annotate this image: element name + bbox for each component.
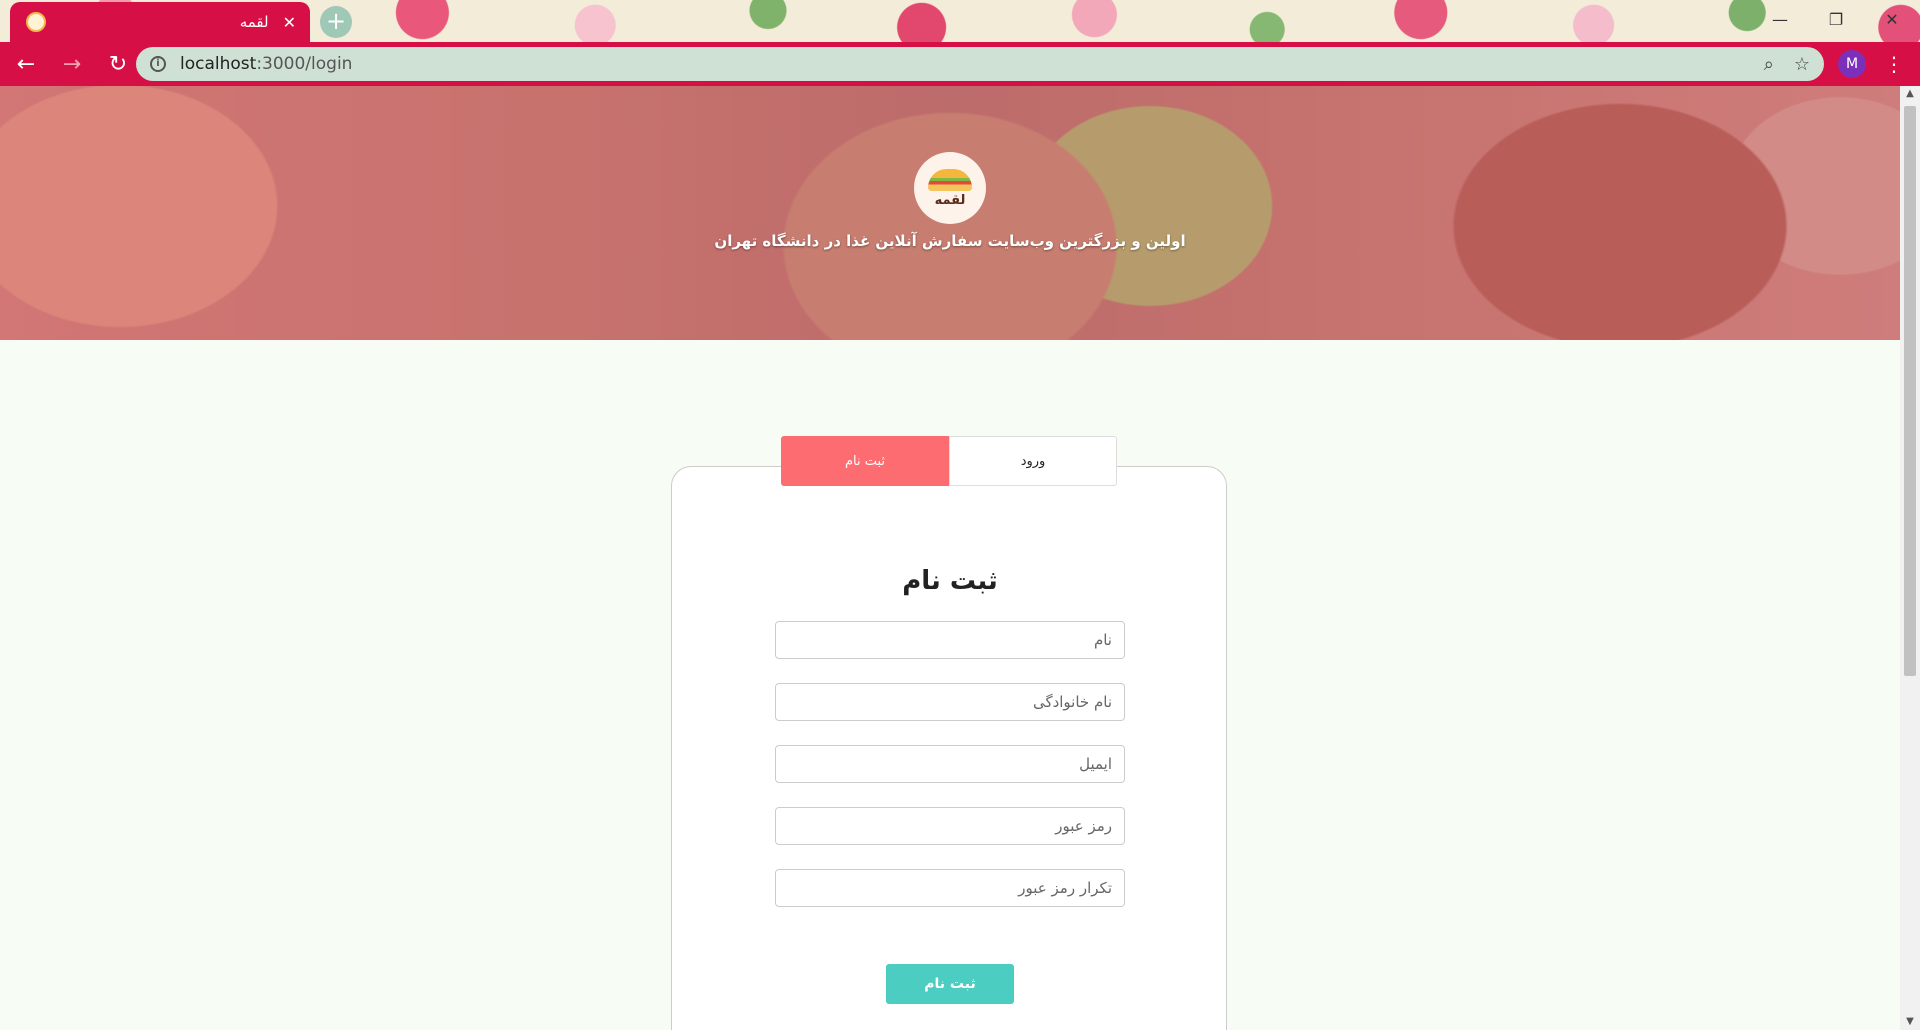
new-tab-button[interactable]: + (320, 6, 352, 38)
browser-chrome: لقمه ✕ + — ❐ ✕ ← → ↻ i localhost:3000/lo… (0, 0, 1920, 86)
hero-tagline: اولین و بزرگترین وب‌سایت سفارش آنلاین غذ… (714, 232, 1186, 250)
zoom-icon[interactable]: ⌕ (1764, 54, 1774, 75)
reload-button[interactable]: ↻ (98, 44, 138, 84)
password-field[interactable] (775, 807, 1125, 845)
browser-toolbar: ← → ↻ i localhost:3000/login ⌕ ☆ M ⋮ (0, 42, 1920, 86)
auth-tabs: ثبت نام ورود (781, 436, 1117, 486)
confirm-password-field[interactable] (775, 869, 1125, 907)
scroll-down-icon[interactable]: ▼ (1900, 1014, 1920, 1030)
browser-menu-icon[interactable]: ⋮ (1882, 48, 1906, 80)
first-name-field[interactable] (775, 621, 1125, 659)
page-viewport: لقمه اولین و بزرگترین وب‌سایت سفارش آنلا… (0, 86, 1900, 1030)
browser-tab[interactable]: لقمه ✕ (10, 2, 310, 42)
last-name-field[interactable] (775, 683, 1125, 721)
address-bar[interactable]: i localhost:3000/login ⌕ ☆ (136, 47, 1824, 81)
tab-strip: لقمه ✕ + — ❐ ✕ (0, 0, 1920, 42)
logo-text: لقمه (934, 192, 966, 208)
close-window-button[interactable]: ✕ (1864, 0, 1920, 38)
tab-title: لقمه (239, 13, 269, 31)
minimize-button[interactable]: — (1752, 0, 1808, 38)
info-icon[interactable]: i (150, 56, 166, 72)
favicon-icon (26, 12, 46, 32)
url-text[interactable]: localhost:3000/login (180, 54, 352, 74)
forward-button[interactable]: → (52, 44, 92, 84)
url-host: localhost (180, 54, 257, 74)
page-scrollbar[interactable]: ▲ ▼ (1900, 86, 1920, 1030)
scrollbar-thumb[interactable] (1904, 106, 1916, 676)
signup-submit-button[interactable]: ثبت نام (886, 964, 1014, 1004)
form-title: ثبت نام (902, 566, 998, 596)
email-field[interactable] (775, 745, 1125, 783)
tab-signup[interactable]: ثبت نام (781, 436, 949, 486)
restore-button[interactable]: ❐ (1808, 0, 1864, 38)
bookmark-star-icon[interactable]: ☆ (1794, 54, 1810, 75)
site-logo[interactable]: لقمه (914, 152, 986, 224)
taco-icon (928, 168, 972, 191)
back-button[interactable]: ← (6, 44, 46, 84)
close-tab-icon[interactable]: ✕ (283, 13, 296, 32)
profile-avatar[interactable]: M (1838, 50, 1866, 78)
url-path: :3000/login (256, 54, 353, 74)
scroll-up-icon[interactable]: ▲ (1900, 86, 1920, 102)
tab-login[interactable]: ورود (949, 436, 1117, 486)
